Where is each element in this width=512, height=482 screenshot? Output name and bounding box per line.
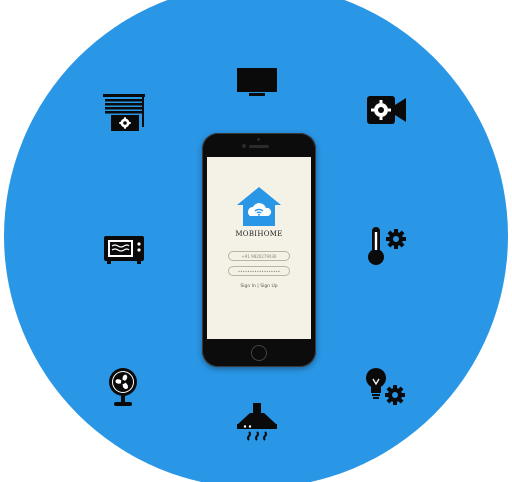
auth-links: Sign In | Sign Up	[207, 284, 311, 289]
phone-sensor	[257, 138, 260, 141]
microwave-icon	[103, 235, 145, 265]
sign-up-link[interactable]: Sign Up	[260, 284, 277, 289]
phone-speaker	[249, 145, 269, 148]
app-title: MOBIHOME	[235, 230, 283, 238]
smartphone: MOBIHOME Sign In | Sign Up	[202, 133, 316, 367]
tv-icon	[236, 66, 278, 98]
security-camera-icon	[366, 95, 408, 125]
smart-blinds-icon	[102, 93, 146, 133]
fan-icon	[106, 367, 140, 407]
smart-bulb-icon	[364, 367, 408, 407]
smart-thermostat-icon	[364, 226, 410, 266]
sign-in-link[interactable]: Sign In	[240, 284, 255, 289]
kitchen-hood-icon	[236, 402, 278, 444]
house-cloud-wifi-icon	[236, 186, 282, 232]
app-screen: MOBIHOME Sign In | Sign Up	[207, 157, 311, 339]
auth-separator: |	[257, 284, 259, 289]
phone-camera	[242, 144, 246, 148]
hero-illustration: MOBIHOME Sign In | Sign Up	[0, 0, 512, 482]
phone-home-button	[251, 345, 267, 361]
phone-number-input[interactable]	[228, 251, 290, 261]
password-input[interactable]	[228, 266, 290, 276]
